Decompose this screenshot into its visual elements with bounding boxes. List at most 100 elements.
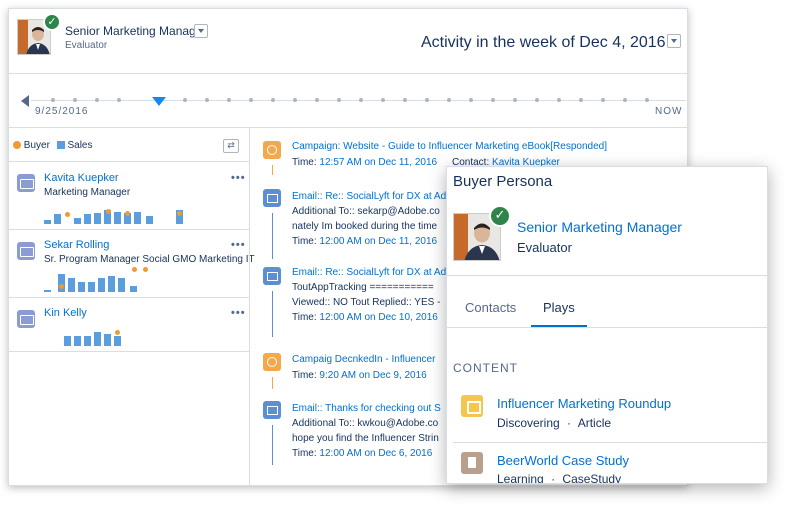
timeline-tick [579,98,583,102]
content-item-stage: Discovering [497,416,560,430]
timeline-tick [447,98,451,102]
timeline-tick [73,98,77,102]
timeline-connector [272,165,273,175]
timeline-connector [272,213,273,259]
activity-time: Time: 12:00 AM on Dec 11, 2016 [292,236,437,247]
timeline-connector [272,425,273,465]
timeline-connector [272,291,273,337]
persona-subtitle: Evaluator [65,40,108,51]
header-divider [9,73,687,74]
activity-title[interactable]: Campaig DecnkedIn - Influencer [292,354,435,365]
timeline-tick [249,98,253,102]
contact-name[interactable]: Sekar Rolling [44,239,109,251]
buyer-dot [106,209,111,214]
sales-bar [84,336,91,346]
sales-bar [104,334,111,346]
timeline-tick [205,98,209,102]
buyer-legend-dot [13,141,21,150]
contact-menu-button[interactable]: ••• [231,307,246,319]
timeline-slider[interactable]: 9/25/2016 NOW [9,79,687,129]
sales-bar [58,274,65,292]
activity-sparkline [44,322,204,346]
email-icon [263,189,281,207]
activity-line: Additional To:: kwkou@Adobe.co [292,418,439,429]
timeline-tick [425,98,429,102]
persona-dropdown-button[interactable] [194,24,208,38]
sales-bar [146,216,153,224]
activity-time-value: 9:20 AM on Dec 9, 2016 [319,370,427,381]
timeline-tick [513,98,517,102]
activity-sparkline [44,267,204,292]
timeline-tick [95,98,99,102]
activity-time: Time: 12:00 AM on Dec 10, 2016 [292,312,438,323]
activity-time-value: 12:00 AM on Dec 6, 2016 [319,448,433,459]
content-item-title[interactable]: BeerWorld Case Study [497,453,629,468]
week-dropdown-button[interactable] [667,34,681,48]
contact-card[interactable]: Kavita Kuepker Marketing Manager ••• [9,162,249,230]
activity-title[interactable]: Email:: Re:: SocialLyft for DX at Ad [292,191,446,202]
tabs-top-divider [447,275,767,276]
timeline-tick [183,98,187,102]
timeline-tick [315,98,319,102]
sales-bar [44,290,51,292]
activity-time: Time: 12:00 AM on Dec 6, 2016 [292,448,432,459]
content-item-divider [453,442,767,443]
sales-bar [44,220,51,224]
timeline-left-arrow-icon[interactable] [21,95,29,107]
sales-bar [98,278,105,292]
sales-bar [130,286,137,292]
sales-bar [68,278,75,292]
activity-title[interactable]: Email:: Thanks for checking out S [292,403,441,414]
contact-role: Sr. Program Manager Social GMO Marketing… [44,254,255,265]
sales-bar [74,336,81,346]
timeline-start-label: 9/25/2016 [35,106,89,117]
activity-title[interactable]: Email:: Re:: SocialLyft for DX at Ad [292,267,446,278]
contact-menu-button[interactable]: ••• [231,239,246,251]
activity-time-value: 12:57 AM on Dec 11, 2016 [319,157,438,168]
content-item-type: Article [577,416,612,430]
contact-card[interactable]: Kin Kelly ••• [9,298,249,352]
timeline-tick [337,98,341,102]
contact-card[interactable]: Sekar Rolling Sr. Program Manager Social… [9,230,255,298]
activity-time-label: Time: [292,370,320,381]
timeline-tick [117,98,121,102]
activity-time-value: 12:00 AM on Dec 10, 2016 [319,312,438,323]
activity-time-label: Time: [292,236,320,247]
tab-plays[interactable]: Plays [543,300,575,315]
timeline-tick [271,98,275,102]
sales-legend-label: Sales [67,140,93,151]
sales-bar [114,212,121,224]
contact-card-icon [17,242,35,260]
timeline-tick [227,98,231,102]
activity-sparkline [44,200,204,224]
contact-menu-button[interactable]: ••• [231,172,246,184]
activity-time-label: Time: [292,448,320,459]
content-item-meta: Discovering · Article [497,416,611,430]
activity-title[interactable]: Campaign: Website - Guide to Influencer … [292,141,607,152]
timeline-divider [9,127,687,128]
refresh-button[interactable]: ⇄ [223,139,239,153]
tab-contacts[interactable]: Contacts [465,300,516,315]
sales-bar [84,214,91,224]
contact-name[interactable]: Kavita Kuepker [44,172,119,184]
campaign-icon [263,353,281,371]
buyer-dot [125,211,130,216]
content-item-type: CaseStudy [562,472,622,484]
activity-line: Additional To:: sekarp@Adobe.co [292,206,440,217]
content-item-separator: · [551,472,556,484]
content-section-label: CONTENT [453,361,518,375]
sales-bar [108,276,115,292]
content-item-title[interactable]: Influencer Marketing Roundup [497,396,671,411]
contact-name[interactable]: Kin Kelly [44,307,87,319]
sales-bar [94,332,101,346]
sales-legend-square [56,141,65,150]
verified-check-icon: ✓ [43,13,61,31]
timeline-tick [645,98,649,102]
verified-check-icon: ✓ [489,205,511,227]
timeline-tick [403,98,407,102]
timeline-marker-icon[interactable] [152,97,166,106]
panel-persona-title[interactable]: Senior Marketing Manager [517,219,682,235]
sales-bar [74,218,81,224]
timeline-end-label: NOW [655,106,683,117]
timeline-tick [535,98,539,102]
